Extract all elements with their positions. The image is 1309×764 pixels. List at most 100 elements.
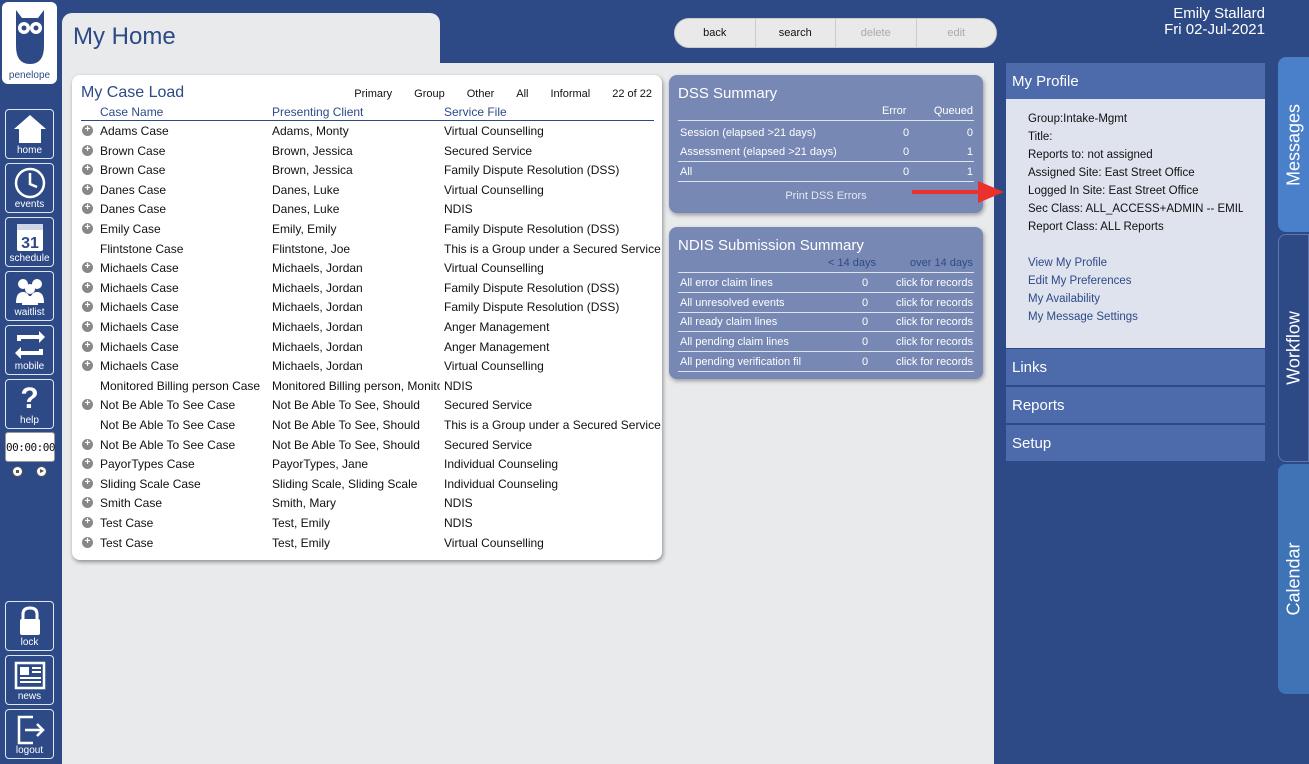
- dss-row[interactable]: Assessment (elapsed >21 days) 0 1: [680, 146, 974, 165]
- case-name[interactable]: Michaels Case: [100, 261, 179, 275]
- table-row[interactable]: + Not Be Able To See Case Not Be Able To S…: [81, 398, 654, 417]
- presenting-client[interactable]: Sliding Scale, Sliding Scale: [272, 477, 440, 491]
- expand-icon[interactable]: +: [82, 360, 93, 372]
- ndis-row[interactable]: All pending verification fil 0 click for r…: [680, 356, 974, 375]
- presenting-client[interactable]: Flintstone, Joe: [272, 242, 440, 256]
- presenting-client[interactable]: Michaels, Jordan: [272, 261, 440, 275]
- table-row[interactable]: + Adams Case Adams, Monty Virtual Counselli…: [81, 124, 654, 143]
- table-row[interactable]: + Michaels Case Michaels, Jordan Virtual Co…: [81, 359, 654, 378]
- expand-icon[interactable]: +: [82, 458, 93, 470]
- service-file[interactable]: NDIS: [444, 516, 473, 530]
- nav-schedule-button[interactable]: 31 schedule: [5, 217, 54, 267]
- case-name[interactable]: Not Be Able To See Case: [100, 438, 235, 452]
- tab-messages[interactable]: Messages: [1278, 57, 1309, 232]
- ndis-row[interactable]: All pending claim lines 0 click for record…: [680, 336, 974, 355]
- nav-logout-button[interactable]: logout: [5, 709, 54, 759]
- nav-waitlist-button[interactable]: waitlist: [5, 271, 54, 321]
- presenting-client[interactable]: Not Be Able To See, Should: [272, 438, 440, 452]
- case-name[interactable]: Brown Case: [100, 144, 165, 158]
- search-button[interactable]: search: [756, 19, 836, 47]
- case-name[interactable]: Smith Case: [100, 496, 162, 510]
- presenting-client[interactable]: PayorTypes, Jane: [272, 457, 440, 471]
- table-row[interactable]: + Michaels Case Michaels, Jordan Family Dis…: [81, 300, 654, 319]
- header-case-name[interactable]: Case Name: [100, 105, 163, 119]
- table-row[interactable]: + Brown Case Brown, Jessica Secured Service: [81, 144, 654, 163]
- case-name[interactable]: Adams Case: [100, 124, 169, 138]
- table-row[interactable]: + Test Case Test, Emily NDIS: [81, 516, 654, 535]
- service-file[interactable]: Family Dispute Resolution (DSS): [444, 300, 619, 314]
- presenting-client[interactable]: Smith, Mary: [272, 496, 440, 510]
- view-my-profile-link[interactable]: View My Profile: [1028, 257, 1243, 269]
- table-row[interactable]: + Emily Case Emily, Emily Family Dispute Re…: [81, 222, 654, 241]
- nav-mobile-button[interactable]: mobile: [5, 325, 54, 375]
- table-row[interactable]: + Not Be Able To See Case Not Be Able To S…: [81, 438, 654, 457]
- service-file[interactable]: Anger Management: [444, 320, 549, 334]
- service-file[interactable]: Secured Service: [444, 398, 532, 412]
- table-row[interactable]: + Michaels Case Michaels, Jordan Virtual Co…: [81, 261, 654, 280]
- section-setup[interactable]: Setup: [1006, 425, 1265, 461]
- timer-stop-button[interactable]: [12, 466, 23, 477]
- expand-icon[interactable]: +: [82, 321, 93, 332]
- service-file[interactable]: NDIS: [444, 379, 473, 393]
- service-file[interactable]: NDIS: [444, 202, 473, 216]
- penelope-logo[interactable]: penelope: [2, 2, 57, 84]
- case-name[interactable]: PayorTypes Case: [100, 457, 195, 471]
- presenting-client[interactable]: Michaels, Jordan: [272, 340, 440, 354]
- presenting-client[interactable]: Brown, Jessica: [272, 144, 440, 158]
- ndis-row[interactable]: All unresolved events 0 click for records: [680, 297, 974, 316]
- filter-other[interactable]: Other: [467, 88, 495, 100]
- nav-news-button[interactable]: news: [5, 655, 54, 705]
- presenting-client[interactable]: Michaels, Jordan: [272, 300, 440, 314]
- table-row[interactable]: + PayorTypes Case PayorTypes, Jane Individu…: [81, 457, 654, 476]
- filter-informal[interactable]: Informal: [550, 88, 590, 100]
- filter-group[interactable]: Group: [414, 88, 445, 100]
- nav-home-button[interactable]: home: [5, 109, 54, 159]
- expand-icon[interactable]: +: [82, 203, 93, 215]
- presenting-client[interactable]: Test, Emily: [272, 516, 440, 530]
- case-name[interactable]: Danes Case: [100, 202, 166, 216]
- expand-icon[interactable]: +: [82, 125, 93, 136]
- service-file[interactable]: Virtual Counselling: [444, 124, 544, 138]
- expand-icon[interactable]: +: [82, 281, 93, 293]
- ndis-records-link[interactable]: click for records: [896, 297, 973, 309]
- tab-calendar[interactable]: Calendar: [1278, 464, 1309, 694]
- case-name[interactable]: Test Case: [100, 516, 153, 530]
- table-row[interactable]: + Danes Case Danes, Luke Virtual Counsellin…: [81, 183, 654, 202]
- case-name[interactable]: Monitored Billing person Case: [100, 379, 260, 393]
- presenting-client[interactable]: Adams, Monty: [272, 124, 440, 138]
- edit-my-preferences-link[interactable]: Edit My Preferences: [1028, 275, 1243, 287]
- table-row[interactable]: + Michaels Case Michaels, Jordan Anger Mana…: [81, 340, 654, 359]
- ndis-records-link[interactable]: click for records: [896, 277, 973, 289]
- ndis-records-link[interactable]: click for records: [896, 316, 973, 328]
- service-file[interactable]: Virtual Counselling: [444, 183, 544, 197]
- expand-icon[interactable]: +: [82, 262, 93, 274]
- case-name[interactable]: Emily Case: [100, 222, 161, 236]
- case-name[interactable]: Michaels Case: [100, 281, 179, 295]
- case-name[interactable]: Flintstone Case: [100, 242, 183, 256]
- presenting-client[interactable]: Monitored Billing person, Monitored: [272, 379, 440, 393]
- case-name[interactable]: Michaels Case: [100, 320, 179, 334]
- expand-icon[interactable]: +: [82, 223, 93, 234]
- service-file[interactable]: Virtual Counselling: [444, 261, 544, 275]
- ndis-header-over-14[interactable]: over 14 days: [910, 257, 973, 269]
- presenting-client[interactable]: Emily, Emily: [272, 222, 440, 236]
- expand-icon[interactable]: +: [82, 164, 93, 176]
- case-name[interactable]: Brown Case: [100, 163, 165, 177]
- back-button[interactable]: back: [675, 19, 756, 47]
- expand-icon[interactable]: +: [82, 301, 93, 313]
- case-name[interactable]: Michaels Case: [100, 359, 179, 373]
- service-file[interactable]: Family Dispute Resolution (DSS): [444, 163, 619, 177]
- nav-events-button[interactable]: events: [5, 163, 54, 213]
- nav-help-button[interactable]: ? help: [5, 379, 54, 429]
- service-file[interactable]: NDIS: [444, 496, 473, 510]
- presenting-client[interactable]: Brown, Jessica: [272, 163, 440, 177]
- header-service-file[interactable]: Service File: [444, 105, 507, 119]
- header-presenting-client[interactable]: Presenting Client: [272, 105, 440, 119]
- table-row[interactable]: Flintstone Case Flintstone, Joe This is a …: [81, 242, 661, 261]
- case-name[interactable]: Danes Case: [100, 183, 166, 197]
- service-file[interactable]: This is a Group under a Secured Service: [444, 242, 661, 256]
- section-links[interactable]: Links: [1006, 349, 1265, 385]
- filter-all[interactable]: All: [516, 88, 528, 100]
- my-message-settings-link[interactable]: My Message Settings: [1028, 311, 1243, 323]
- case-name[interactable]: Sliding Scale Case: [100, 477, 201, 491]
